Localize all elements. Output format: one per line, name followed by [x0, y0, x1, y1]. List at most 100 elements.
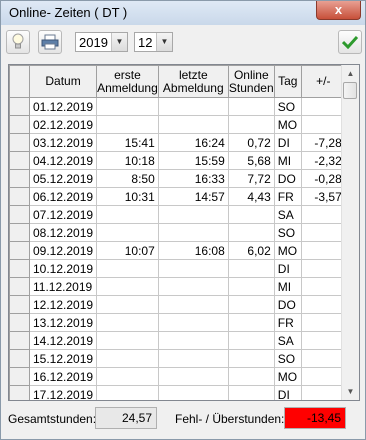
cell-online-stunden[interactable] [227, 385, 275, 400]
cell-datum[interactable]: 11.12.2019 [28, 277, 98, 296]
cell-diff[interactable] [300, 295, 346, 314]
cell-diff[interactable] [300, 313, 346, 332]
cell-diff[interactable]: -7,28 [300, 133, 346, 152]
cell-online-stunden[interactable] [227, 367, 275, 386]
row-indicator[interactable] [9, 331, 30, 350]
table-row[interactable]: 09.12.2019 10:07 16:08 6,02 MO [9, 241, 346, 260]
cell-tag[interactable]: SO [273, 223, 302, 242]
cell-letzte-abmeldung[interactable]: 15:59 [157, 151, 229, 170]
cell-online-stunden[interactable]: 5,68 [227, 151, 275, 170]
row-indicator[interactable] [9, 241, 30, 260]
cell-datum[interactable]: 10.12.2019 [28, 259, 98, 278]
cell-online-stunden[interactable] [227, 277, 275, 296]
cell-tag[interactable]: SO [273, 97, 302, 116]
cell-erste-anmeldung[interactable] [96, 277, 159, 296]
cell-letzte-abmeldung[interactable]: 16:08 [157, 241, 229, 260]
table-row[interactable]: 08.12.2019 SO [9, 223, 346, 242]
table-row[interactable]: 01.12.2019 SO [9, 97, 346, 116]
year-select[interactable]: 2019 ▼ [75, 32, 128, 52]
header-letzte-abmeldung[interactable]: letzte Abmeldung [157, 65, 229, 98]
cell-tag[interactable]: DI [273, 133, 302, 152]
table-row[interactable]: 14.12.2019 SA [9, 331, 346, 350]
cell-erste-anmeldung[interactable] [96, 295, 159, 314]
cell-tag[interactable]: MI [273, 277, 302, 296]
table-row[interactable]: 16.12.2019 MO [9, 367, 346, 386]
table-row[interactable]: 10.12.2019 DI [9, 259, 346, 278]
cell-tag[interactable]: SO [273, 349, 302, 368]
cell-diff[interactable]: -0,28 [300, 169, 346, 188]
cell-erste-anmeldung[interactable] [96, 259, 159, 278]
cell-diff[interactable]: -3,57 [300, 187, 346, 206]
cell-erste-anmeldung[interactable] [96, 385, 159, 400]
cell-datum[interactable]: 02.12.2019 [28, 115, 98, 134]
cell-letzte-abmeldung[interactable] [157, 259, 229, 278]
cell-erste-anmeldung[interactable] [96, 349, 159, 368]
row-indicator[interactable] [9, 259, 30, 278]
cell-tag[interactable]: SA [273, 205, 302, 224]
cell-letzte-abmeldung[interactable] [157, 205, 229, 224]
row-indicator[interactable] [9, 277, 30, 296]
cell-online-stunden[interactable] [227, 313, 275, 332]
cell-datum[interactable]: 14.12.2019 [28, 331, 98, 350]
header-tag[interactable]: Tag [273, 65, 302, 98]
cell-erste-anmeldung[interactable] [96, 331, 159, 350]
cell-erste-anmeldung[interactable]: 10:18 [96, 151, 159, 170]
table-row[interactable]: 17.12.2019 DI [9, 385, 346, 400]
row-indicator[interactable] [9, 385, 30, 400]
cell-online-stunden[interactable]: 6,02 [227, 241, 275, 260]
cell-online-stunden[interactable] [227, 223, 275, 242]
table-row[interactable]: 07.12.2019 SA [9, 205, 346, 224]
cell-letzte-abmeldung[interactable] [157, 97, 229, 116]
table-row[interactable]: 02.12.2019 MO [9, 115, 346, 134]
scroll-up-icon[interactable]: ▲ [342, 65, 359, 82]
month-select[interactable]: 12 ▼ [134, 32, 173, 52]
print-button[interactable] [38, 30, 62, 54]
cell-tag[interactable]: FR [273, 187, 302, 206]
row-indicator[interactable] [9, 97, 30, 116]
table-row[interactable]: 11.12.2019 MI [9, 277, 346, 296]
cell-tag[interactable]: DO [273, 295, 302, 314]
cell-datum[interactable]: 07.12.2019 [28, 205, 98, 224]
row-indicator[interactable] [9, 115, 30, 134]
cell-diff[interactable] [300, 259, 346, 278]
cell-letzte-abmeldung[interactable]: 14:57 [157, 187, 229, 206]
cell-diff[interactable] [300, 385, 346, 400]
cell-online-stunden[interactable] [227, 115, 275, 134]
cell-datum[interactable]: 12.12.2019 [28, 295, 98, 314]
cell-tag[interactable]: FR [273, 313, 302, 332]
cell-online-stunden[interactable]: 4,43 [227, 187, 275, 206]
cell-letzte-abmeldung[interactable]: 16:24 [157, 133, 229, 152]
cell-letzte-abmeldung[interactable]: 16:33 [157, 169, 229, 188]
table-row[interactable]: 15.12.2019 SO [9, 349, 346, 368]
cell-tag[interactable]: DO [273, 169, 302, 188]
cell-erste-anmeldung[interactable] [96, 115, 159, 134]
cell-diff[interactable] [300, 367, 346, 386]
cell-letzte-abmeldung[interactable] [157, 349, 229, 368]
table-row[interactable]: 04.12.2019 10:18 15:59 5,68 MI -2,32 [9, 151, 346, 170]
row-indicator[interactable] [9, 187, 30, 206]
cell-datum[interactable]: 15.12.2019 [28, 349, 98, 368]
row-indicator[interactable] [9, 133, 30, 152]
cell-letzte-abmeldung[interactable] [157, 313, 229, 332]
cell-diff[interactable] [300, 331, 346, 350]
cell-datum[interactable]: 08.12.2019 [28, 223, 98, 242]
cell-datum[interactable]: 13.12.2019 [28, 313, 98, 332]
cell-diff[interactable] [300, 349, 346, 368]
ok-button[interactable] [338, 30, 362, 54]
cell-erste-anmeldung[interactable]: 15:41 [96, 133, 159, 152]
scroll-down-icon[interactable]: ▼ [342, 383, 359, 400]
cell-erste-anmeldung[interactable] [96, 367, 159, 386]
lightbulb-button[interactable] [6, 30, 30, 54]
row-indicator[interactable] [9, 313, 30, 332]
cell-letzte-abmeldung[interactable] [157, 385, 229, 400]
cell-tag[interactable]: SA [273, 331, 302, 350]
row-indicator[interactable] [9, 151, 30, 170]
cell-online-stunden[interactable] [227, 331, 275, 350]
cell-letzte-abmeldung[interactable] [157, 295, 229, 314]
cell-online-stunden[interactable]: 0,72 [227, 133, 275, 152]
header-erste-anmeldung[interactable]: erste Anmeldung [96, 65, 159, 98]
cell-tag[interactable]: MO [273, 241, 302, 260]
cell-erste-anmeldung[interactable]: 10:07 [96, 241, 159, 260]
cell-online-stunden[interactable] [227, 295, 275, 314]
cell-erste-anmeldung[interactable] [96, 223, 159, 242]
